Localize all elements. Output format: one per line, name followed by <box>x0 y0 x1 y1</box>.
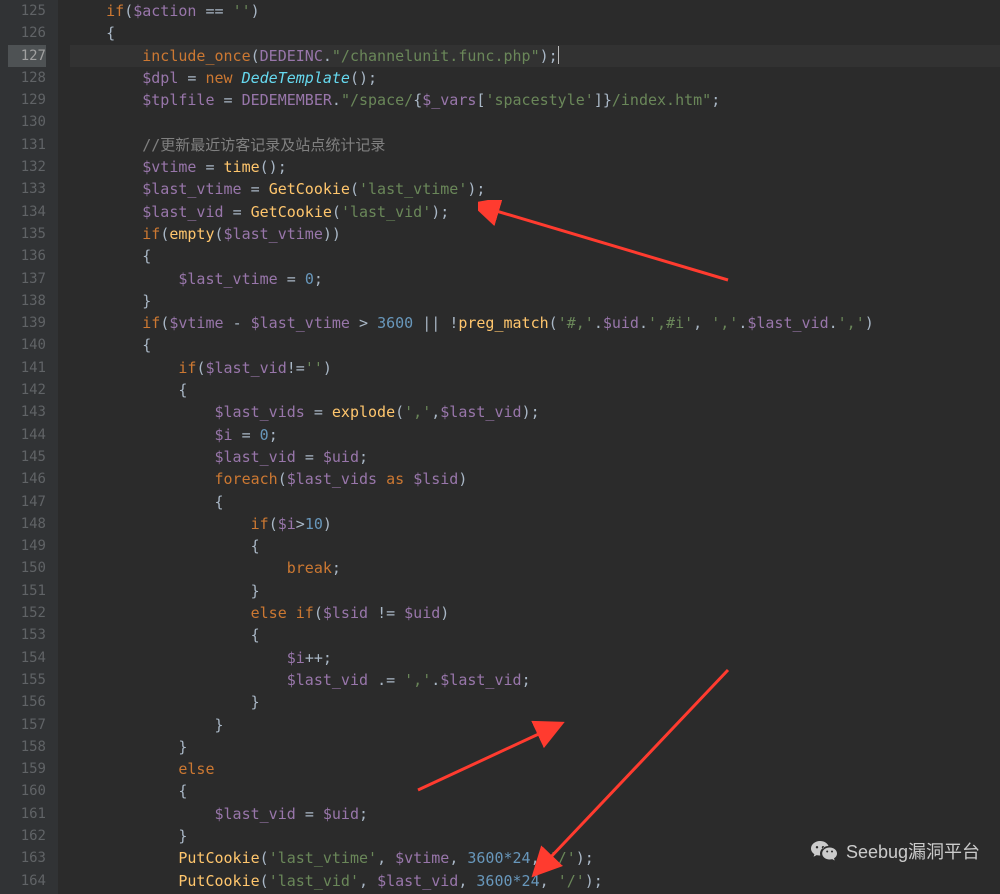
line-number: 133 <box>8 178 46 200</box>
text-cursor <box>558 46 559 64</box>
line-number: 154 <box>8 647 46 669</box>
code-line[interactable]: { <box>70 379 1000 401</box>
code-line[interactable]: $last_vtime = GetCookie('last_vtime'); <box>70 178 1000 200</box>
code-line[interactable]: { <box>70 334 1000 356</box>
line-number: 157 <box>8 714 46 736</box>
code-line[interactable]: $dpl = new DedeTemplate(); <box>70 67 1000 89</box>
code-line[interactable]: } <box>70 580 1000 602</box>
line-number: 135 <box>8 223 46 245</box>
code-line[interactable]: } <box>70 736 1000 758</box>
code-line[interactable]: else if($lsid != $uid) <box>70 602 1000 624</box>
code-line[interactable]: { <box>70 22 1000 44</box>
code-line[interactable]: foreach($last_vids as $lsid) <box>70 468 1000 490</box>
line-number: 136 <box>8 245 46 267</box>
line-number: 158 <box>8 736 46 758</box>
code-line[interactable]: $last_vid .= ','.$last_vid; <box>70 669 1000 691</box>
line-number: 155 <box>8 669 46 691</box>
line-number: 160 <box>8 780 46 802</box>
line-number: 144 <box>8 424 46 446</box>
line-number: 164 <box>8 870 46 892</box>
code-line[interactable]: $last_vid = $uid; <box>70 446 1000 468</box>
line-number: 132 <box>8 156 46 178</box>
code-line[interactable]: $vtime = time(); <box>70 156 1000 178</box>
code-line[interactable]: } <box>70 691 1000 713</box>
line-number: 142 <box>8 379 46 401</box>
line-number: 148 <box>8 513 46 535</box>
watermark-text: Seebug漏洞平台 <box>846 838 980 864</box>
code-line[interactable]: $last_vids = explode(',',$last_vid); <box>70 401 1000 423</box>
code-line[interactable]: $last_vtime = 0; <box>70 268 1000 290</box>
code-area[interactable]: if($action == '') { include_once(DEDEINC… <box>58 0 1000 894</box>
line-number: 126 <box>8 22 46 44</box>
line-number: 139 <box>8 312 46 334</box>
line-number: 146 <box>8 468 46 490</box>
code-line[interactable]: { <box>70 245 1000 267</box>
line-number: 134 <box>8 201 46 223</box>
code-line[interactable]: include_once(DEDEINC."/channelunit.func.… <box>70 45 1000 67</box>
code-line[interactable]: break; <box>70 557 1000 579</box>
code-line[interactable]: else <box>70 758 1000 780</box>
wechat-icon <box>810 839 838 863</box>
line-number: 127 <box>8 45 46 67</box>
line-number: 156 <box>8 691 46 713</box>
code-line[interactable]: $i++; <box>70 647 1000 669</box>
code-line[interactable]: if(empty($last_vtime)) <box>70 223 1000 245</box>
line-number: 130 <box>8 111 46 133</box>
line-number: 162 <box>8 825 46 847</box>
code-editor[interactable]: 1251261271281291301311321331341351361371… <box>0 0 1000 894</box>
code-line[interactable]: { <box>70 780 1000 802</box>
line-number: 125 <box>8 0 46 22</box>
code-line[interactable]: { <box>70 624 1000 646</box>
line-number: 150 <box>8 557 46 579</box>
code-line[interactable] <box>70 111 1000 133</box>
line-number: 153 <box>8 624 46 646</box>
line-number: 129 <box>8 89 46 111</box>
line-number: 163 <box>8 847 46 869</box>
code-line[interactable]: if($action == '') <box>70 0 1000 22</box>
code-line[interactable]: { <box>70 491 1000 513</box>
line-number: 151 <box>8 580 46 602</box>
line-number: 147 <box>8 491 46 513</box>
line-number: 138 <box>8 290 46 312</box>
line-number: 161 <box>8 803 46 825</box>
line-number: 149 <box>8 535 46 557</box>
line-number: 128 <box>8 67 46 89</box>
line-number: 140 <box>8 334 46 356</box>
code-line[interactable]: } <box>70 714 1000 736</box>
code-line[interactable]: $last_vid = $uid; <box>70 803 1000 825</box>
line-number: 143 <box>8 401 46 423</box>
line-number: 141 <box>8 357 46 379</box>
code-line[interactable]: if($last_vid!='') <box>70 357 1000 379</box>
code-line[interactable]: PutCookie('last_vid', $last_vid, 3600*24… <box>70 870 1000 892</box>
line-number: 131 <box>8 134 46 156</box>
line-number-gutter: 1251261271281291301311321331341351361371… <box>0 0 58 894</box>
line-number: 152 <box>8 602 46 624</box>
code-line[interactable]: if($vtime - $last_vtime > 3600 || !preg_… <box>70 312 1000 334</box>
line-number: 159 <box>8 758 46 780</box>
watermark: Seebug漏洞平台 <box>810 838 980 864</box>
line-number: 145 <box>8 446 46 468</box>
code-line[interactable]: $i = 0; <box>70 424 1000 446</box>
code-line[interactable]: { <box>70 535 1000 557</box>
code-line[interactable]: if($i>10) <box>70 513 1000 535</box>
code-line[interactable]: $last_vid = GetCookie('last_vid'); <box>70 201 1000 223</box>
code-line[interactable]: $tplfile = DEDEMEMBER."/space/{$_vars['s… <box>70 89 1000 111</box>
line-number: 137 <box>8 268 46 290</box>
code-line[interactable]: } <box>70 290 1000 312</box>
code-line[interactable]: //更新最近访客记录及站点统计记录 <box>70 134 1000 156</box>
